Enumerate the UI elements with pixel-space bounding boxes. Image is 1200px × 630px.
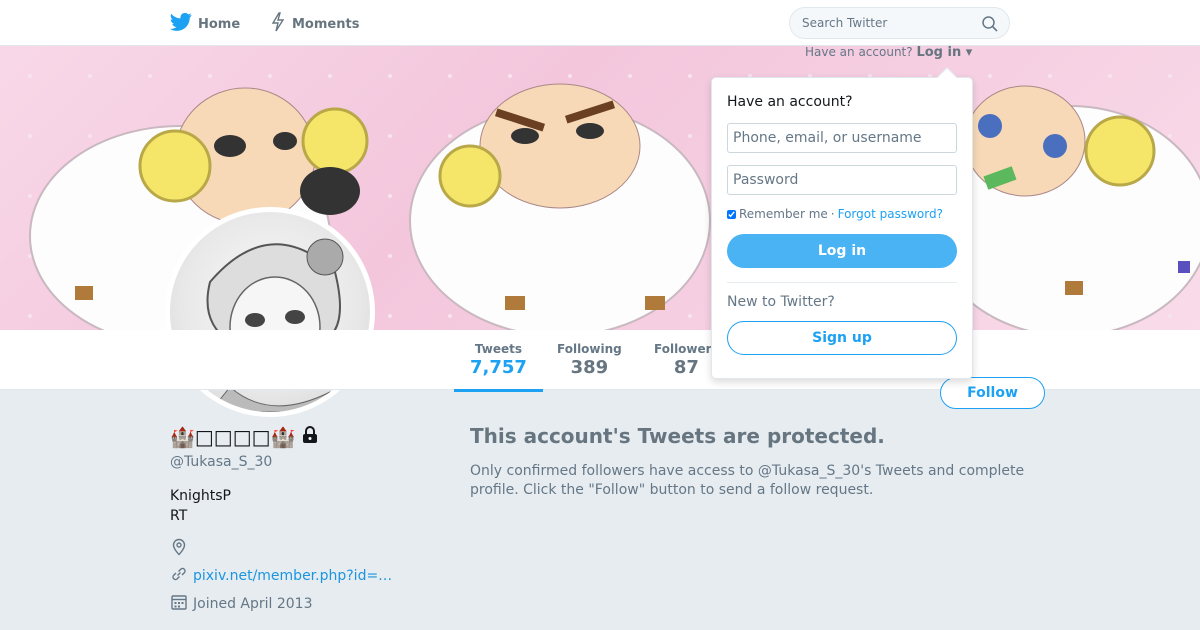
profile-joined: Joined April 2013	[170, 593, 313, 615]
forgot-password-link[interactable]: Forgot password?	[838, 207, 943, 221]
login-hint-text: Have an account?	[805, 45, 913, 59]
bird-icon	[170, 12, 192, 36]
remember-label: Remember me	[739, 207, 828, 221]
location-pin-icon	[170, 538, 188, 560]
profile-name-text: 🏰□□□□🏰	[170, 425, 296, 449]
remember-separator: ·	[830, 207, 835, 221]
dropdown-divider	[727, 282, 957, 283]
lightning-icon	[270, 12, 286, 36]
remember-row: Remember me · Forgot password?	[727, 207, 957, 221]
profile-location	[170, 538, 193, 560]
login-hint: Have an account? Log in ▾	[805, 45, 972, 60]
bio-line: RT	[170, 508, 188, 524]
stat-tweets-value: 7,757	[470, 357, 527, 378]
search-input[interactable]	[790, 8, 970, 38]
dropdown-title: Have an account?	[727, 94, 853, 110]
signup-button[interactable]: Sign up	[727, 321, 957, 355]
calendar-icon	[170, 593, 188, 615]
profile-url: pixiv.net/member.php?id=…	[170, 565, 392, 587]
top-navigation-bar: Home Moments	[0, 0, 1200, 46]
login-button[interactable]: Log in	[727, 234, 957, 268]
link-icon	[170, 565, 188, 587]
stat-following-label: Following	[557, 342, 622, 356]
nav-moments-label: Moments	[292, 16, 360, 32]
nav-home-label: Home	[198, 16, 241, 32]
protected-title: This account's Tweets are protected.	[470, 424, 885, 448]
new-to-twitter-label: New to Twitter?	[727, 294, 835, 310]
stat-followers-label: Followers	[654, 342, 719, 356]
stat-followers[interactable]: Followers 87	[654, 342, 719, 378]
password-field[interactable]	[727, 165, 957, 195]
stat-tweets[interactable]: Tweets 7,757	[454, 342, 543, 392]
joined-text: Joined April 2013	[193, 596, 313, 612]
lock-icon	[301, 425, 319, 449]
search-box	[789, 7, 1010, 39]
stat-following-value: 389	[570, 357, 609, 378]
stat-followers-value: 87	[673, 357, 699, 378]
login-dropdown: Have an account? Remember me · Forgot pa…	[711, 67, 973, 379]
profile-website-link[interactable]: pixiv.net/member.php?id=…	[193, 568, 392, 584]
login-link[interactable]: Log in ▾	[916, 45, 972, 60]
nav-home[interactable]: Home	[170, 12, 240, 36]
remember-checkbox[interactable]	[727, 209, 736, 219]
profile-handle[interactable]: @Tukasa_S_30	[170, 454, 272, 470]
stat-following[interactable]: Following 389	[557, 342, 622, 378]
protected-message: Only confirmed followers have access to …	[470, 463, 1025, 498]
stat-tweets-label: Tweets	[474, 342, 523, 356]
nav-moments[interactable]: Moments	[270, 12, 359, 36]
username-field[interactable]	[727, 123, 957, 153]
profile-name: 🏰□□□□🏰	[170, 425, 319, 449]
profile-bio: KnightsP RT	[170, 486, 231, 526]
bio-line: KnightsP	[170, 488, 231, 504]
follow-button[interactable]: Follow	[940, 377, 1045, 409]
search-icon[interactable]	[981, 15, 999, 37]
